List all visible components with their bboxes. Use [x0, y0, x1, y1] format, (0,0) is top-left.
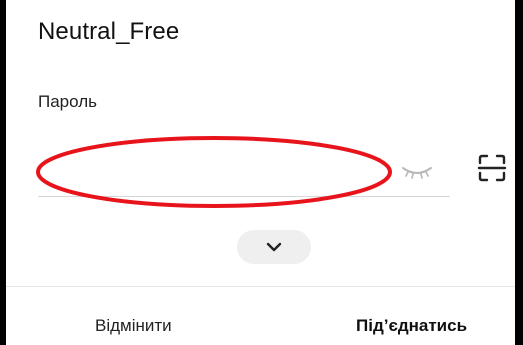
qr-scan-icon [477, 154, 507, 182]
toggle-password-visibility-button[interactable] [400, 160, 434, 182]
network-name-title: Neutral_Free [38, 18, 180, 45]
scan-qr-button[interactable] [476, 152, 508, 184]
password-input[interactable] [40, 150, 384, 192]
chevron-down-icon [266, 242, 282, 252]
screen-edge-right [515, 0, 523, 345]
wifi-connect-dialog: Neutral_Free Пароль Відмінити Під’єднати… [0, 0, 523, 345]
cancel-button[interactable]: Відмінити [95, 316, 172, 336]
screen-edge-left [0, 0, 6, 345]
expand-advanced-options-button[interactable] [237, 230, 311, 264]
password-input-underline [38, 196, 450, 197]
eye-closed-icon [402, 167, 432, 179]
password-label: Пароль [38, 92, 97, 111]
connect-button[interactable]: Під’єднатись [356, 316, 467, 336]
actions-divider [6, 286, 515, 287]
